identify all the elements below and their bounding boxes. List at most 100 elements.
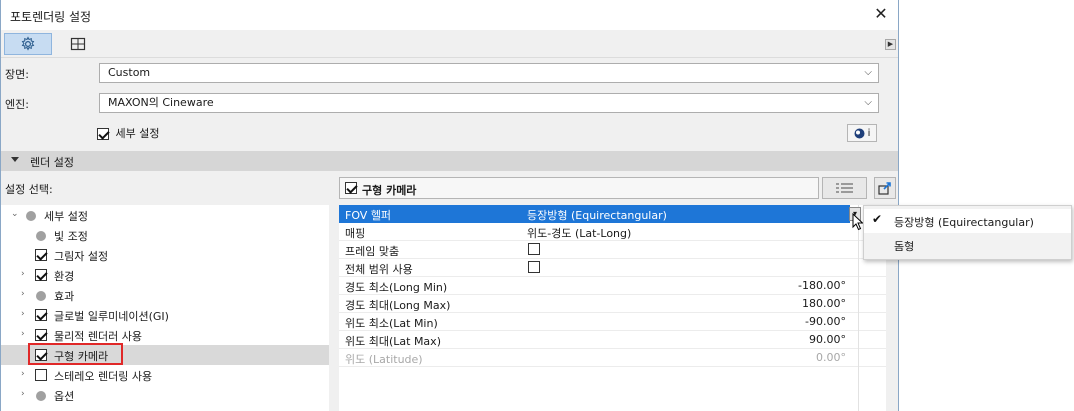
tree-item-label: 스테레오 렌더링 사용: [54, 370, 153, 383]
tree-item-checkbox[interactable]: [35, 309, 47, 321]
list-icon: [835, 183, 853, 193]
detail-settings-label: 세부 설정: [115, 127, 160, 140]
tree-item-label: 옵션: [54, 390, 75, 403]
property-row-fit-frame[interactable]: 프레임 맞춤: [339, 241, 886, 259]
grid-icon: [70, 37, 86, 51]
engine-info-button[interactable]: i: [847, 124, 877, 142]
tree-item-effects[interactable]: › 효과: [1, 285, 329, 305]
render-settings-section[interactable]: 렌더 설정: [1, 151, 898, 171]
tree-item-detail-settings[interactable]: ⌄ 세부 설정: [1, 205, 329, 225]
expand-chevron-icon[interactable]: ›: [21, 329, 25, 339]
expand-chevron-icon[interactable]: ›: [21, 389, 25, 399]
property-checkbox[interactable]: [528, 261, 540, 273]
scene-dropdown[interactable]: Custom ⌵: [99, 63, 879, 83]
title-bar: 포토렌더링 설정 ✕: [1, 0, 898, 30]
settings-tree: ⌄ 세부 설정 빛 조정 그림자 설정 › 환경 › 효과 › 글로벌 일루미네…: [1, 205, 329, 411]
engine-label: 엔진:: [5, 98, 29, 111]
tab-layout[interactable]: [54, 33, 102, 55]
property-value[interactable]: -180.00°: [798, 279, 846, 292]
tree-item-checkbox[interactable]: [35, 269, 47, 281]
tree-item-options[interactable]: › 옵션: [1, 385, 329, 405]
tree-item-label: 빛 조정: [54, 230, 88, 243]
property-value[interactable]: 180.00°: [802, 297, 846, 310]
property-value[interactable]: 등장방형 (Equirectangular): [527, 207, 667, 223]
detail-settings-toggle[interactable]: 세부 설정: [97, 125, 159, 141]
property-name: 경도 최소(Long Min): [345, 281, 448, 294]
close-icon[interactable]: ✕: [872, 5, 890, 23]
tree-item-physical-renderer[interactable]: › 물리적 렌더러 사용: [1, 325, 329, 345]
menu-item-dome[interactable]: 돔형: [864, 233, 1071, 257]
property-row-lat-max[interactable]: 위도 최대(Lat Max) 90.00°: [339, 331, 886, 349]
menu-item-label: 등장방형 (Equirectangular): [894, 216, 1034, 229]
engine-value: MAXON의 Cineware: [108, 96, 214, 109]
property-checkbox[interactable]: [528, 243, 540, 255]
window-title: 포토렌더링 설정: [10, 10, 92, 24]
property-value[interactable]: 위도-경도 (Lat-Long): [527, 225, 631, 241]
status-dot-icon: [36, 231, 46, 241]
tree-item-stereo-rendering[interactable]: › 스테레오 렌더링 사용: [1, 365, 329, 385]
section-title: 렌더 설정: [30, 156, 74, 169]
menu-item-equirectangular[interactable]: ✔ 등장방형 (Equirectangular): [864, 209, 1071, 233]
annotation-highlight-box: [28, 343, 123, 365]
tree-item-label: 그림자 설정: [54, 250, 109, 263]
tree-item-label: 글로벌 일루미네이션(GI): [54, 310, 169, 323]
expand-chevron-icon[interactable]: ›: [21, 269, 25, 279]
status-dot-icon: [36, 391, 46, 401]
property-name: 위도 (Latitude): [345, 353, 423, 366]
property-value[interactable]: -90.00°: [805, 315, 846, 328]
property-value: 0.00°: [816, 351, 846, 364]
status-dot-icon: [26, 211, 36, 221]
photorendering-settings-dialog: 포토렌더링 설정 ✕ ▶ 장면: Custom ⌵ 엔진: MAXON의 Cin…: [0, 0, 899, 411]
info-label: i: [867, 127, 871, 139]
property-row-mapping[interactable]: 매핑 위도-경도 (Lat-Long): [339, 223, 886, 241]
tab-scroll-right-icon[interactable]: ▶: [885, 39, 896, 50]
tree-item-checkbox[interactable]: [35, 249, 47, 261]
chevron-down-icon: ⌵: [864, 97, 872, 108]
tree-item-light[interactable]: 빛 조정: [1, 225, 329, 245]
property-row-long-min[interactable]: 경도 최소(Long Min) -180.00°: [339, 277, 886, 295]
engine-dropdown[interactable]: MAXON의 Cineware ⌵: [99, 93, 879, 113]
property-name: 매핑: [345, 227, 366, 240]
status-dot-icon: [36, 291, 46, 301]
property-row-fov-helper[interactable]: FOV 헬퍼 등장방형 (Equirectangular): [339, 205, 850, 223]
tree-item-label: 물리적 렌더러 사용: [54, 330, 142, 343]
tree-item-label: 효과: [54, 290, 75, 303]
panel-enable-checkbox[interactable]: [345, 182, 357, 194]
property-name: 위도 최대(Lat Max): [345, 335, 441, 348]
expand-chevron-icon[interactable]: ›: [21, 369, 25, 379]
tab-settings[interactable]: [4, 33, 52, 55]
property-name: 전체 범위 사용: [345, 263, 413, 276]
property-name: FOV 헬퍼: [345, 209, 392, 222]
tree-item-label: 환경: [54, 270, 75, 283]
property-row-full-range[interactable]: 전체 범위 사용: [339, 259, 886, 277]
property-name: 위도 최소(Lat Min): [345, 317, 438, 330]
tab-bar: ▶: [1, 30, 898, 58]
tree-item-global-illumination[interactable]: › 글로벌 일루미네이션(GI): [1, 305, 329, 325]
expand-chevron-icon[interactable]: ›: [21, 289, 25, 299]
property-name: 경도 최대(Long Max): [345, 299, 451, 312]
chevron-down-icon: ⌵: [864, 67, 872, 78]
panel-header: 구형 카메라: [339, 177, 819, 199]
settings-select-label: 설정 선택:: [5, 183, 53, 196]
menu-item-label: 돔형: [894, 240, 915, 253]
property-row-long-max[interactable]: 경도 최대(Long Max) 180.00°: [339, 295, 886, 313]
scene-value: Custom: [108, 66, 151, 79]
scene-label: 장면:: [5, 68, 29, 81]
cineware-logo-icon: [854, 128, 865, 138]
expand-chevron-icon[interactable]: ›: [21, 309, 25, 319]
property-row-lat-min[interactable]: 위도 최소(Lat Min) -90.00°: [339, 313, 886, 331]
tree-item-label: 세부 설정: [44, 210, 88, 223]
tree-item-checkbox[interactable]: [35, 369, 47, 381]
list-view-button[interactable]: [822, 177, 867, 199]
property-value[interactable]: 90.00°: [809, 333, 846, 346]
property-grid: FOV 헬퍼 등장방형 (Equirectangular) 매핑 위도-경도 (…: [339, 205, 886, 411]
fov-helper-dropdown-menu: ✔ 등장방형 (Equirectangular) 돔형: [863, 205, 1072, 260]
tree-item-checkbox[interactable]: [35, 329, 47, 341]
expand-chevron-icon[interactable]: ⌄: [11, 209, 19, 219]
export-button[interactable]: [874, 177, 896, 199]
tree-item-shadow[interactable]: 그림자 설정: [1, 245, 329, 265]
column-divider: [858, 205, 859, 411]
tree-item-environment[interactable]: › 환경: [1, 265, 329, 285]
detail-settings-checkbox[interactable]: [97, 128, 109, 140]
panel-title: 구형 카메라: [362, 184, 417, 197]
